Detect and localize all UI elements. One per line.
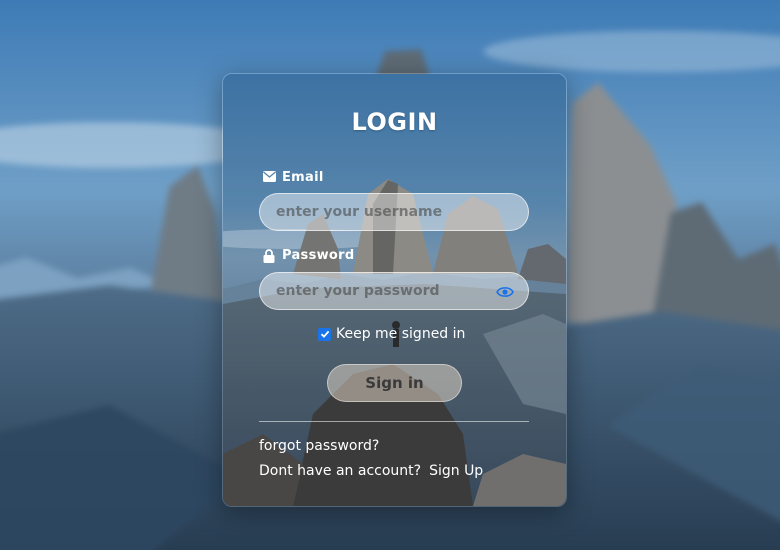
- email-field[interactable]: [259, 193, 529, 231]
- forgot-password-link[interactable]: forgot password?: [259, 438, 379, 454]
- checkmark-icon: [320, 330, 329, 338]
- email-label: Email: [263, 170, 324, 185]
- keep-signed-in-label: Keep me signed in: [336, 326, 466, 342]
- password-input[interactable]: [274, 282, 490, 300]
- keep-signed-in[interactable]: Keep me signed in: [318, 326, 465, 342]
- password-label-text: Password: [282, 248, 355, 263]
- no-account-text: Dont have an account?: [259, 463, 422, 479]
- login-card: LOGIN Email Password Keep me: [222, 73, 567, 507]
- email-label-text: Email: [282, 170, 324, 185]
- sign-up-link[interactable]: Sign Up: [429, 463, 483, 479]
- password-field[interactable]: [259, 272, 529, 310]
- envelope-icon: [263, 171, 276, 184]
- keep-signed-in-checkbox[interactable]: [318, 327, 331, 341]
- divider: [259, 421, 529, 422]
- email-input[interactable]: [274, 203, 514, 221]
- password-label: Password: [263, 248, 354, 263]
- login-title: LOGIN: [351, 108, 438, 136]
- lock-icon: [263, 249, 276, 263]
- eye-icon[interactable]: [496, 284, 514, 298]
- sign-in-button[interactable]: Sign in: [327, 364, 462, 402]
- signup-prompt: Dont have an account? Sign Up: [259, 463, 483, 479]
